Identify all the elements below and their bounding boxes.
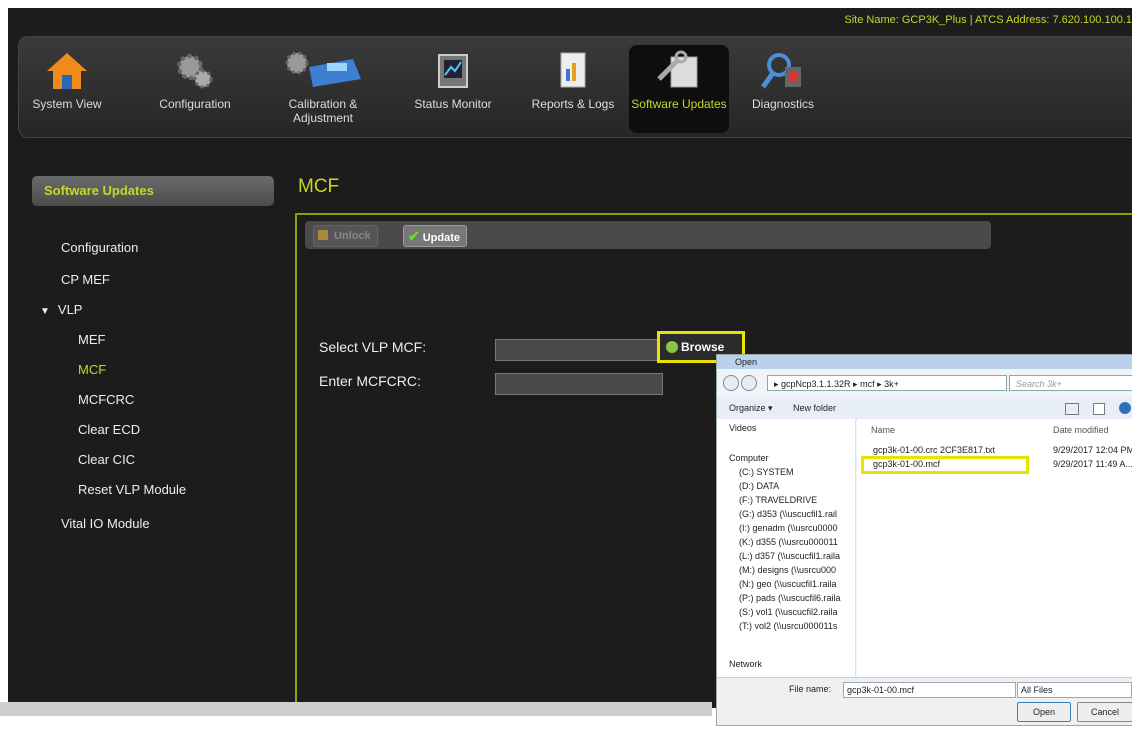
tree-item[interactable]: Computer	[729, 453, 769, 463]
selected-file-highlight	[861, 456, 1029, 474]
expand-triangle-icon: ▼	[40, 306, 50, 317]
sidebar-item-mcf[interactable]: MCF	[78, 362, 106, 377]
sidebar-item-clear-cic[interactable]: Clear CIC	[78, 452, 135, 467]
sidebar-item-reset-vlp[interactable]: Reset VLP Module	[78, 482, 186, 497]
sidebar-item-label: VLP	[57, 302, 83, 317]
view-options-icon[interactable]	[1065, 403, 1079, 415]
tree-item[interactable]: (T:) vol2 (\\usrcu000011s	[739, 621, 837, 631]
nav-system-view[interactable]: System View	[21, 45, 113, 137]
nav-label: Status Monitor	[414, 97, 492, 111]
file-row[interactable]: gcp3k-01-00.crc 2CF3E817.txt	[873, 445, 995, 455]
gears-icon	[177, 54, 213, 89]
tree-item[interactable]: Videos	[729, 423, 756, 433]
sidebar-item-cp-mef[interactable]: CP MEF	[61, 272, 110, 287]
tree-item[interactable]: (L:) d357 (\\uscucfil1.raila	[739, 551, 840, 561]
open-file-dialog: Open ▸ gcpNcp3.1.1.32R ▸ mcf ▸ 3k+ Searc…	[716, 354, 1132, 726]
crc-label: Enter MCFCRC:	[319, 373, 421, 389]
folder-tree: Videos Computer (C:) SYSTEM (D:) DATA (F…	[717, 419, 856, 677]
tree-item[interactable]: (M:) designs (\\usrcu000	[739, 565, 836, 575]
lock-icon	[318, 230, 328, 240]
tree-item[interactable]: (I:) genadm (\\usrcu0000	[739, 523, 838, 533]
tree-item[interactable]: (P:) pads (\\uscucfil6.raila	[739, 593, 841, 603]
sidebar-item-configuration[interactable]: Configuration	[61, 240, 138, 255]
nav-status-monitor[interactable]: Status Monitor	[407, 45, 499, 137]
back-arrow-icon[interactable]	[723, 375, 739, 391]
nav-software-updates[interactable]: Software Updates	[629, 45, 729, 133]
nav-configuration[interactable]: Configuration	[149, 45, 241, 137]
nav-reports-logs[interactable]: Reports & Logs	[527, 45, 619, 137]
file-name-label: File name:	[789, 684, 832, 694]
unlock-button[interactable]: Unlock	[313, 225, 378, 247]
file-name-input[interactable]: gcp3k-01-00.mcf	[843, 682, 1016, 698]
tree-item[interactable]: (K:) d355 (\\usrcu000011	[739, 537, 838, 547]
action-toolbar: Unlock ✔ Update	[305, 221, 991, 249]
column-header-date[interactable]: Date modified	[1053, 425, 1109, 435]
nav-calibration[interactable]: Calibration & Adjustment	[277, 45, 369, 137]
browse-icon	[666, 341, 678, 353]
tree-item[interactable]: (D:) DATA	[739, 481, 779, 491]
train-icon	[285, 51, 361, 87]
tree-item[interactable]: (C:) SYSTEM	[739, 467, 794, 477]
file-date: 9/29/2017 12:04 PM	[1053, 445, 1132, 455]
nav-label: Software Updates	[631, 97, 727, 111]
nav-label: System View	[32, 97, 102, 111]
sidebar-item-vital-io[interactable]: Vital IO Module	[61, 516, 150, 531]
help-icon[interactable]	[1119, 402, 1131, 414]
tree-item[interactable]: (F:) TRAVELDRIVE	[739, 495, 817, 505]
file-date: 9/29/2017 11:49 A...	[1053, 459, 1132, 469]
house-icon	[47, 53, 87, 89]
search-box[interactable]: Search 3k+	[1009, 375, 1132, 391]
tree-item[interactable]: (N:) geo (\\uscucfil1.raila	[739, 579, 837, 589]
tree-item[interactable]: (S:) vol1 (\\uscucfil2.raila	[739, 607, 838, 617]
horizontal-scrollbar[interactable]	[0, 702, 712, 716]
select-mcf-field[interactable]	[495, 339, 663, 361]
sidebar-item-mef[interactable]: MEF	[78, 332, 105, 347]
unlock-label: Unlock	[334, 230, 371, 242]
site-info: Site Name: GCP3K_Plus | ATCS Address: 7.…	[844, 14, 1132, 26]
open-button[interactable]: Open	[1017, 702, 1071, 722]
nav-label: Calibration & Adjustment	[288, 97, 358, 125]
update-button[interactable]: ✔ Update	[403, 225, 468, 247]
diagnostics-icon	[761, 53, 801, 89]
dialog-title: Open	[717, 355, 1132, 369]
column-header-name[interactable]: Name	[871, 425, 895, 435]
file-type-select[interactable]: All Files	[1017, 682, 1132, 698]
new-folder-button[interactable]: New folder	[793, 403, 836, 413]
dialog-footer: File name: gcp3k-01-00.mcf All Files Ope…	[717, 677, 1132, 725]
file-name: gcp3k-01-00.crc 2CF3E817.txt	[873, 445, 996, 455]
cancel-button[interactable]: Cancel	[1077, 702, 1132, 722]
update-label: Update	[422, 232, 461, 244]
nav-label: Diagnostics	[751, 97, 815, 111]
sidebar-header: Software Updates	[32, 176, 274, 206]
nav-label: Configuration	[159, 97, 231, 111]
checkmark-icon: ✔	[408, 228, 420, 244]
monitor-icon	[438, 54, 468, 88]
top-nav: System View Configuration Calibration & …	[18, 36, 1132, 138]
select-mcf-label: Select VLP MCF:	[319, 339, 427, 355]
address-bar[interactable]: ▸ gcpNcp3.1.1.32R ▸ mcf ▸ 3k+	[767, 375, 1007, 391]
software-update-icon	[657, 50, 698, 88]
browse-label: Browse	[681, 340, 725, 354]
page-title: MCF	[298, 176, 340, 197]
tree-item[interactable]: (G:) d353 (\\uscucfil1.rail	[739, 509, 837, 519]
sidebar-item-mcfcrc[interactable]: MCFCRC	[78, 392, 134, 407]
dialog-toolbar: Organize ▾ New folder	[717, 397, 1132, 420]
organize-menu[interactable]: Organize ▾	[729, 403, 773, 414]
nav-diagnostics[interactable]: Diagnostics	[737, 45, 829, 137]
tree-item[interactable]: Network	[729, 659, 762, 669]
preview-pane-icon[interactable]	[1093, 403, 1105, 415]
crc-input[interactable]	[495, 373, 663, 395]
sidebar-item-clear-ecd[interactable]: Clear ECD	[78, 422, 140, 437]
sidebar-item-vlp[interactable]: ▼ VLP	[40, 302, 82, 317]
nav-label: Reports & Logs	[531, 97, 615, 111]
forward-arrow-icon[interactable]	[741, 375, 757, 391]
report-icon	[560, 52, 586, 88]
